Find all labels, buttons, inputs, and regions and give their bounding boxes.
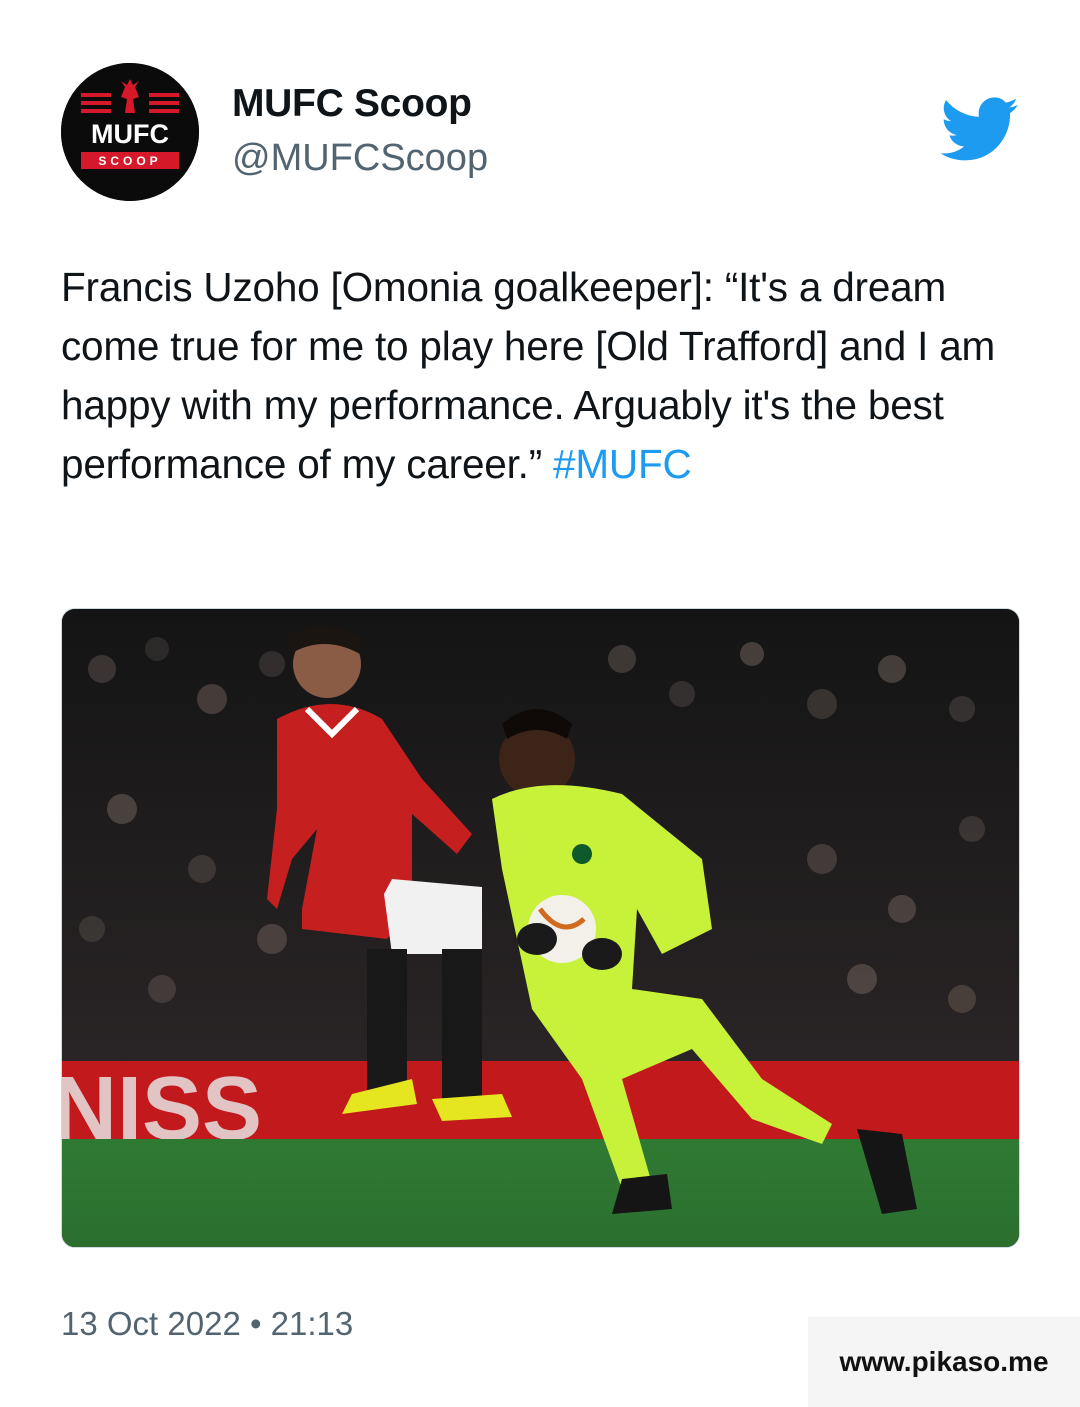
avatar-text-main: MUFC [91,119,169,149]
hashtag-link[interactable]: #MUFC [553,441,692,487]
tweet-photo[interactable]: NISS [61,608,1020,1248]
handle[interactable]: @MUFCScoop [232,134,488,182]
display-name[interactable]: MUFC Scoop [232,80,472,128]
twitter-bird-icon [940,97,1019,161]
tweet-text: Francis Uzoho [Omonia goalkeeper]: “It's… [61,258,1031,494]
watermark: www.pikaso.me [808,1317,1080,1407]
tweet-body: Francis Uzoho [Omonia goalkeeper]: “It's… [61,264,996,487]
avatar[interactable]: MUFC SCOOP [61,63,199,201]
avatar-text-sub: SCOOP [98,154,161,168]
tweet-timestamp[interactable]: 13 Oct 2022 • 21:13 [61,1302,353,1346]
